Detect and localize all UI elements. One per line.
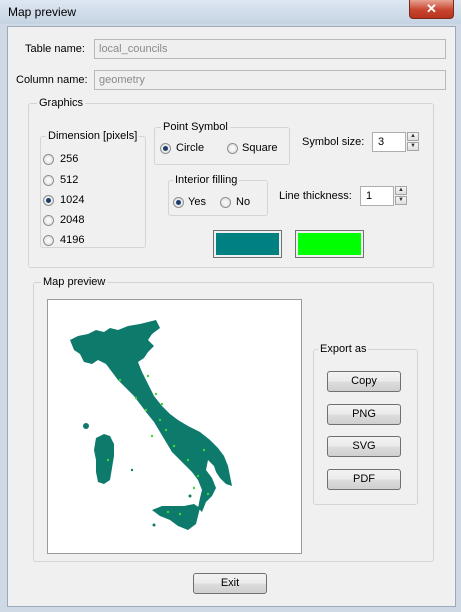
copy-button[interactable]: Copy <box>327 371 401 392</box>
line-thickness-label: Line thickness: <box>279 190 352 202</box>
no-radio[interactable] <box>220 197 231 208</box>
dimension-2048-radio[interactable] <box>43 215 54 226</box>
line-color-button[interactable] <box>295 230 364 258</box>
column-name-field[interactable]: geometry <box>94 70 446 90</box>
dimension-group-title: Dimension [pixels] <box>46 130 140 142</box>
map-preview-canvas <box>47 299 302 554</box>
window-title: Map preview <box>8 5 77 19</box>
title-bar: Map preview ✕ <box>0 0 461 24</box>
dimension-512-label: 512 <box>60 174 79 186</box>
dialog-body: Table name: local_councils Column name: … <box>7 26 456 607</box>
line-thickness-decrement[interactable]: ▼ <box>395 196 407 205</box>
dimension-1024-radio[interactable] <box>43 195 54 206</box>
line-thickness-increment[interactable]: ▲ <box>395 186 407 195</box>
square-radio[interactable] <box>227 143 238 154</box>
arrow-up-icon: ▲ <box>398 187 404 193</box>
close-button[interactable]: ✕ <box>409 0 454 19</box>
arrow-down-icon: ▼ <box>398 197 404 203</box>
fill-color-button[interactable] <box>213 230 282 258</box>
dimension-256-label: 256 <box>60 153 79 165</box>
symbol-size-label: Symbol size: <box>302 136 365 148</box>
dimension-256-radio[interactable] <box>43 154 54 165</box>
no-label: No <box>236 196 251 208</box>
symbol-size-input[interactable]: 3 <box>372 132 406 152</box>
table-name-label: Table name: <box>25 43 85 55</box>
close-icon: ✕ <box>426 1 437 16</box>
yes-radio[interactable] <box>173 197 184 208</box>
dimension-512-radio[interactable] <box>43 175 54 186</box>
export-group-title: Export as <box>318 343 369 355</box>
table-name-field[interactable]: local_councils <box>94 39 446 59</box>
pdf-button[interactable]: PDF <box>327 469 401 490</box>
map-of-italy-image <box>70 320 232 530</box>
interior-filling-group-title: Interior filling <box>173 174 240 186</box>
svg-button[interactable]: SVG <box>327 436 401 457</box>
exit-button[interactable]: Exit <box>193 573 267 594</box>
symbol-size-decrement[interactable]: ▼ <box>407 142 419 151</box>
arrow-up-icon: ▲ <box>410 133 416 139</box>
line-thickness-input[interactable]: 1 <box>360 186 394 206</box>
square-label: Square <box>242 142 278 154</box>
dimension-1024-label: 1024 <box>60 194 85 206</box>
symbol-size-increment[interactable]: ▲ <box>407 132 419 141</box>
graphics-group-title: Graphics <box>37 97 86 109</box>
dimension-2048-label: 2048 <box>60 214 85 226</box>
png-button[interactable]: PNG <box>327 404 401 425</box>
dimension-group <box>40 136 146 248</box>
dimension-4196-label: 4196 <box>60 234 85 246</box>
arrow-down-icon: ▼ <box>410 143 416 149</box>
map-preview-group-title: Map preview <box>41 276 108 288</box>
point-symbol-group-title: Point Symbol <box>161 121 230 133</box>
dimension-4196-radio[interactable] <box>43 235 54 246</box>
circle-radio[interactable] <box>160 143 171 154</box>
circle-label: Circle <box>176 142 205 154</box>
yes-label: Yes <box>188 196 206 208</box>
column-name-label: Column name: <box>16 74 88 86</box>
